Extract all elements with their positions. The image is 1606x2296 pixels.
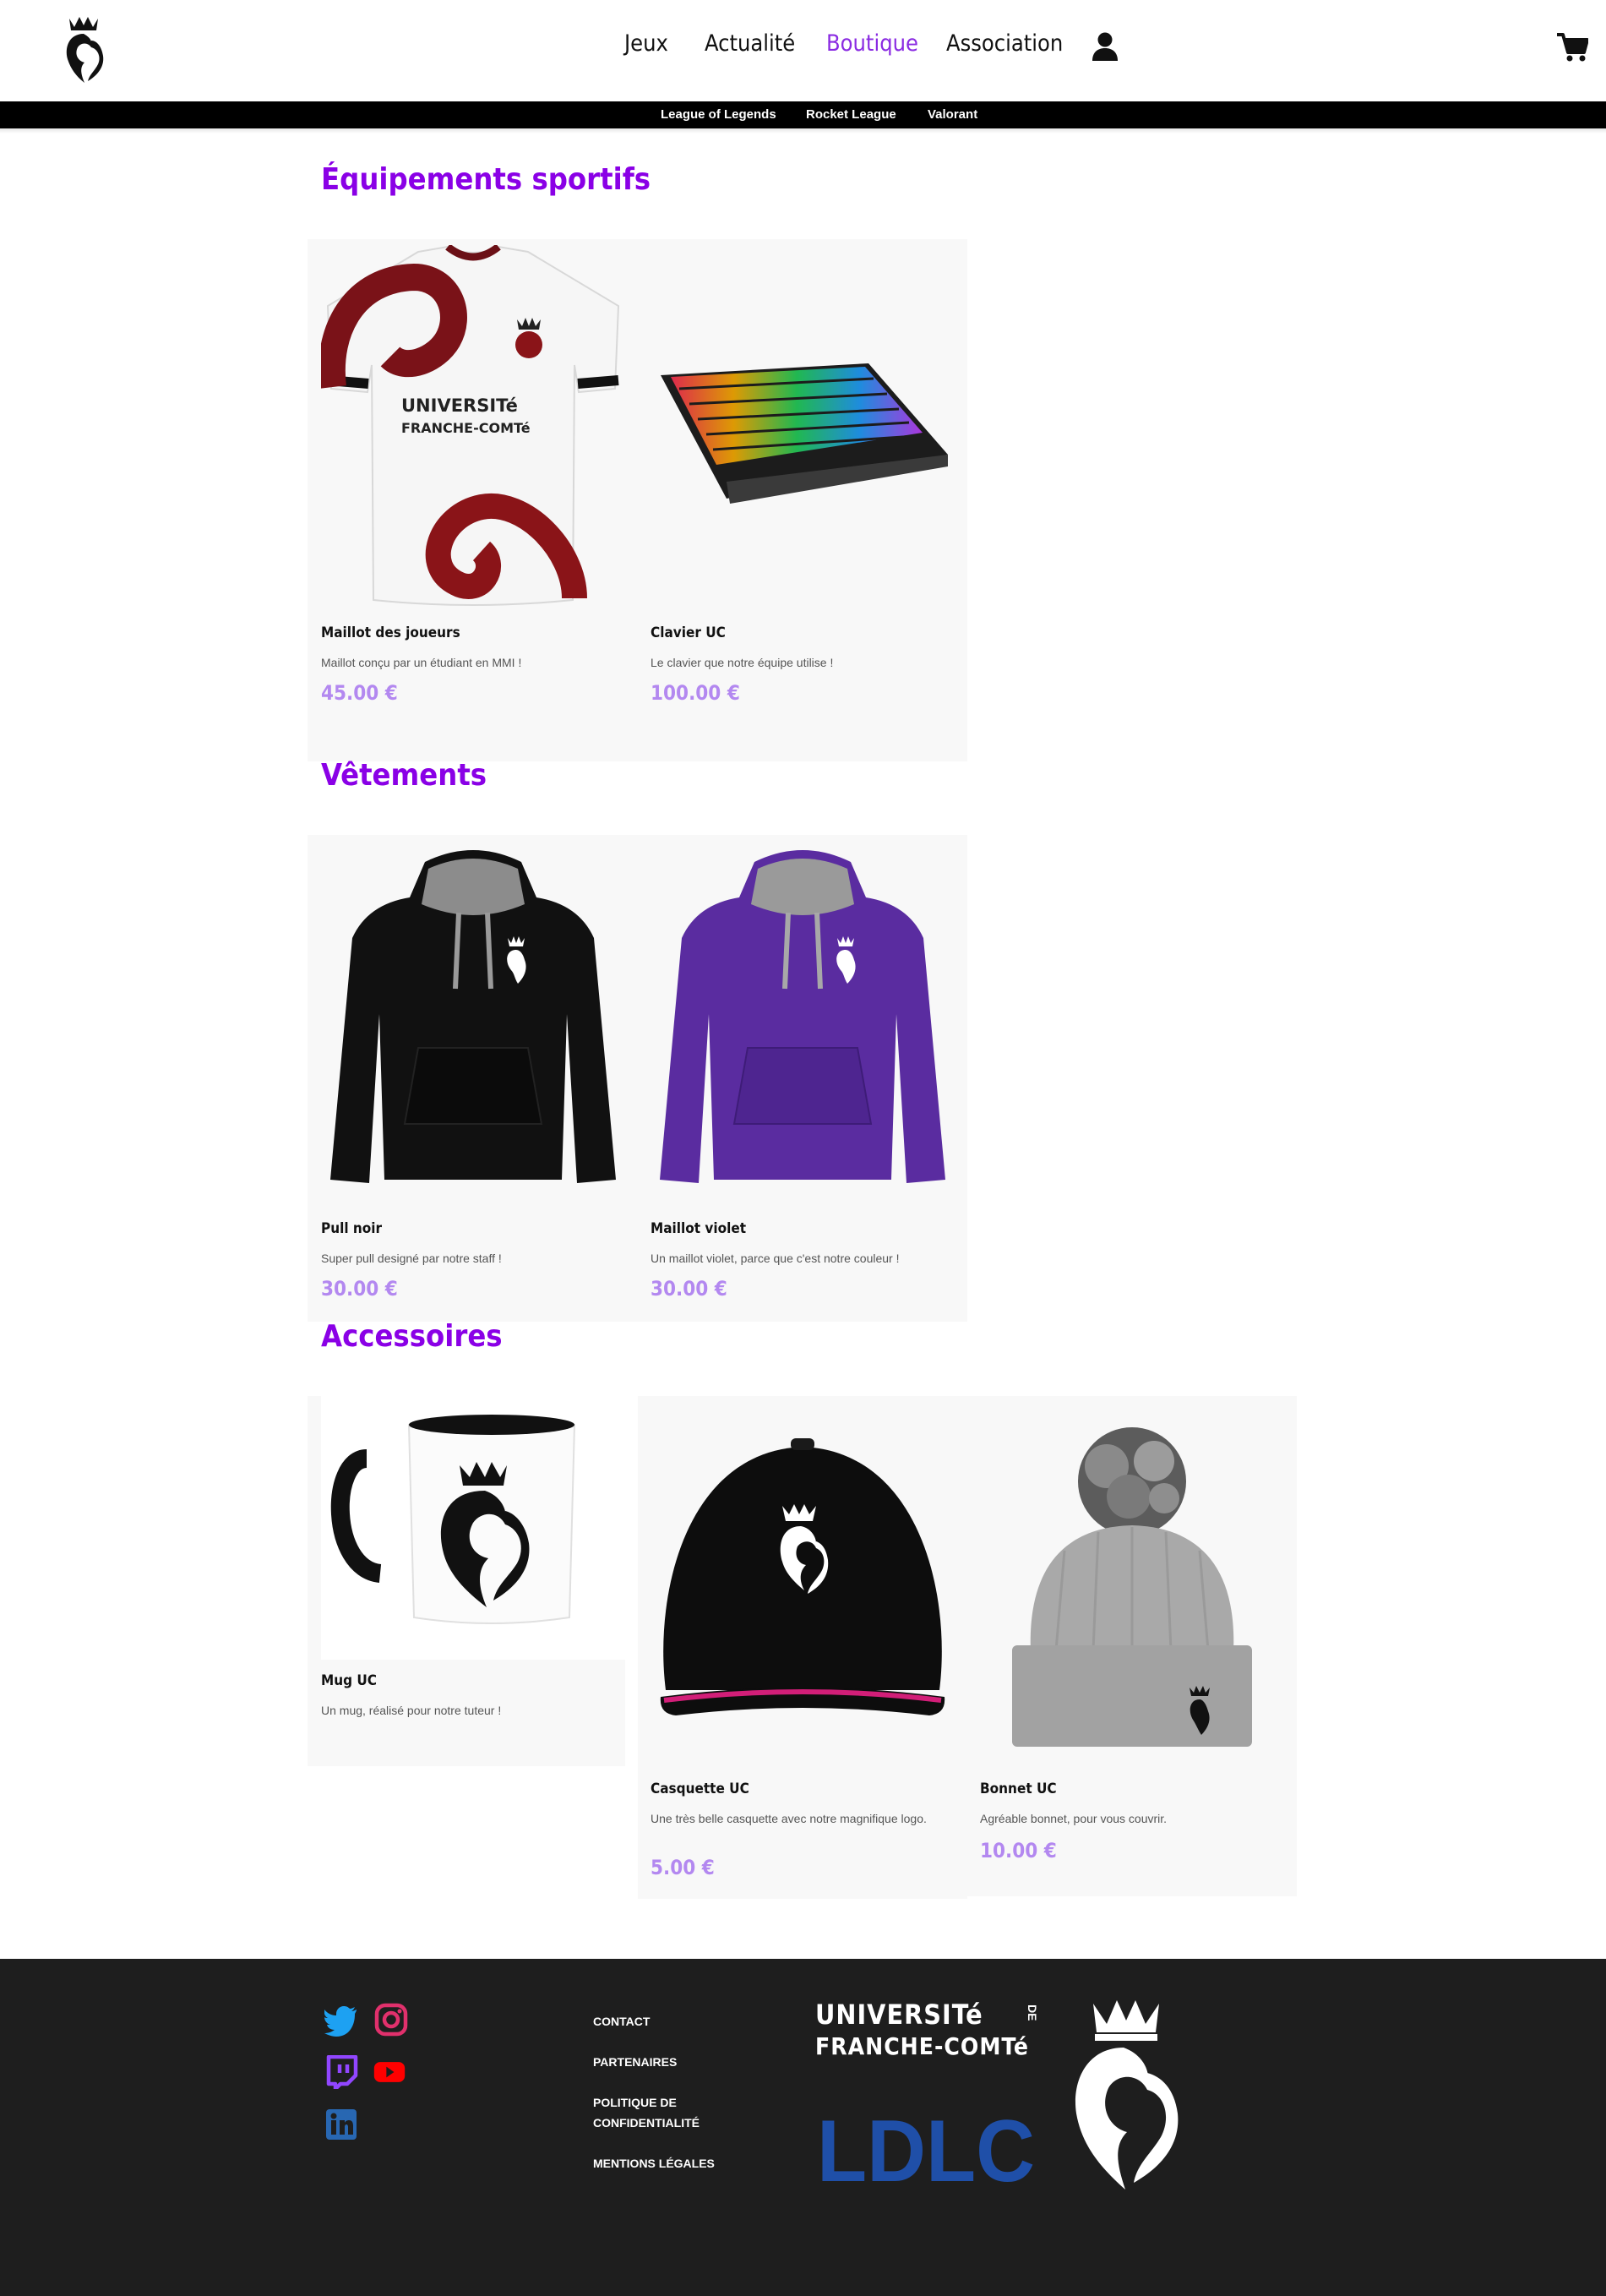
- cap-image: [660, 1438, 945, 1715]
- footer-link-contact[interactable]: CONTACT: [593, 2011, 650, 2031]
- footer-link-partenaires[interactable]: PARTENAIRES: [593, 2052, 677, 2072]
- subnav-league-of-legends[interactable]: League of Legends: [661, 107, 776, 122]
- product-price: 30.00 €: [651, 1277, 727, 1301]
- ufc-de: DE: [1026, 2004, 1039, 2021]
- ldlc-logo[interactable]: LDLC: [815, 2108, 1039, 2189]
- product-desc: Maillot conçu par un étudiant en MMI !: [321, 656, 522, 669]
- subnav-rocket-league[interactable]: Rocket League: [806, 107, 896, 122]
- product-desc: Super pull designé par notre staff !: [321, 1252, 502, 1265]
- subnav-valorant[interactable]: Valorant: [928, 107, 977, 122]
- svg-text:FRANCHE-COMTé: FRANCHE-COMTé: [401, 420, 531, 436]
- product-desc: Le clavier que notre équipe utilise !: [651, 656, 834, 669]
- product-desc: Agréable bonnet, pour vous couvrir.: [980, 1812, 1168, 1825]
- product-card-clavier[interactable]: [651, 338, 955, 507]
- mug-image: [330, 1415, 576, 1624]
- beanie-image-box: [980, 1424, 1284, 1749]
- nav-jeux[interactable]: Jeux: [624, 30, 668, 57]
- footer-link-mentions[interactable]: MENTIONS LÉGALES: [593, 2153, 715, 2173]
- instagram-icon[interactable]: [374, 2003, 408, 2037]
- footer-link-politique[interactable]: POLITIQUE DE CONFIDENTIALITÉ: [593, 2092, 737, 2133]
- product-name[interactable]: Pull noir: [321, 1220, 382, 1237]
- product-name[interactable]: Bonnet UC: [980, 1781, 1057, 1797]
- twitter-icon[interactable]: [324, 2003, 358, 2037]
- section-title-vetements: Vêtements: [321, 758, 487, 793]
- product-card-maillot-joueurs[interactable]: UNIVERSITé FRANCHE-COMTé: [318, 243, 625, 608]
- subnav-shadow: [0, 128, 1606, 134]
- section-title-accessoires: Accessoires: [321, 1319, 503, 1354]
- universite-franche-comte-logo: UNIVERSITé FRANCHE-COMTé: [815, 1999, 1029, 2063]
- site-footer: [0, 1959, 1606, 2296]
- jersey-image: UNIVERSITé FRANCHE-COMTé: [318, 243, 620, 606]
- svg-text:UNIVERSITé: UNIVERSITé: [401, 395, 518, 416]
- keyboard-image: [661, 363, 948, 504]
- site-header: Jeux Actualité Boutique Association: [0, 0, 1606, 101]
- twitch-icon[interactable]: [324, 2055, 358, 2089]
- beanie-image: [1012, 1427, 1252, 1747]
- nav-boutique[interactable]: Boutique: [826, 30, 918, 57]
- product-name[interactable]: Maillot des joueurs: [321, 624, 460, 641]
- mug-image-box: [321, 1396, 625, 1660]
- youtube-icon[interactable]: [373, 2055, 406, 2089]
- nav-association[interactable]: Association: [946, 30, 1063, 57]
- product-desc: Un maillot violet, parce que c'est notre…: [651, 1252, 900, 1265]
- product-desc: Une très belle casquette avec notre magn…: [651, 1812, 927, 1825]
- games-subnav: League of Legends Rocket League Valorant: [0, 101, 1606, 128]
- product-card-maillot-violet[interactable]: [655, 845, 950, 1192]
- product-price: 30.00 €: [321, 1277, 398, 1301]
- nav-actualite[interactable]: Actualité: [705, 30, 795, 57]
- ldlc-text: LDLC: [817, 2108, 1035, 2189]
- product-price: 45.00 €: [321, 681, 398, 705]
- product-name[interactable]: Maillot violet: [651, 1220, 746, 1237]
- user-icon[interactable]: [1092, 32, 1119, 61]
- product-name[interactable]: Mug UC: [321, 1672, 377, 1689]
- black-hoodie-image: [330, 850, 616, 1183]
- section-title-equipements: Équipements sportifs: [321, 162, 651, 197]
- product-card-pull-noir[interactable]: [325, 845, 621, 1192]
- ufc-line-2: FRANCHE-COMTé: [815, 2032, 1029, 2060]
- purple-hoodie-image: [660, 850, 945, 1183]
- product-price: 5.00 €: [651, 1856, 715, 1879]
- main-nav: Jeux Actualité Boutique Association: [0, 0, 1606, 101]
- cap-image-box: [651, 1428, 955, 1724]
- product-price: 10.00 €: [980, 1839, 1057, 1862]
- product-name[interactable]: Clavier UC: [651, 624, 726, 641]
- product-desc: Un mug, réalisé pour notre tuteur !: [321, 1704, 502, 1717]
- linkedin-icon[interactable]: [324, 2108, 358, 2141]
- lion-crown-logo-footer: [1075, 2000, 1179, 2190]
- cart-icon[interactable]: [1556, 32, 1588, 63]
- product-price: 100.00 €: [651, 681, 740, 705]
- product-name[interactable]: Casquette UC: [651, 1781, 749, 1797]
- ufc-line-1: UNIVERSITé: [815, 1999, 983, 2031]
